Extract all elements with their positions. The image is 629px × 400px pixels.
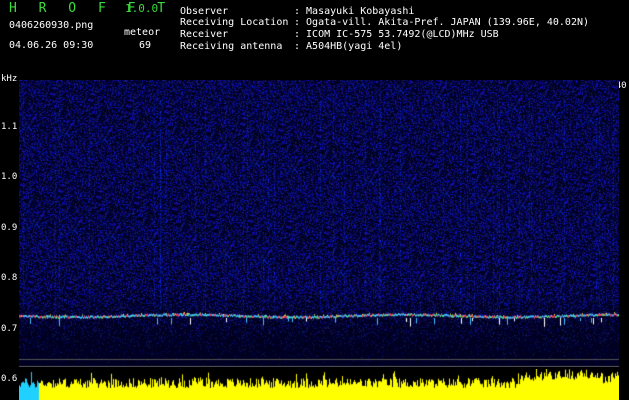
antenna-value: : A504HB(yagi 4el) [294,41,403,52]
freq-tick-label: 1.1 [1,122,18,132]
freq-tick-label: 0.7 [1,323,18,334]
freq-tick-label: 1.0 [1,172,18,183]
freq-unit-label: kHz [1,74,18,84]
location-key: Receiving Location [180,17,289,28]
meteor-count: 69 [139,40,152,51]
file-datetime: 04.06.26 09:30 [9,40,94,51]
receiver-key: Receiver [180,29,229,40]
location-value: : Ogata-vill. Akita-Pref. JAPAN (139.96E… [294,17,590,28]
freq-tick-label: 0.8 [1,273,18,284]
freq-tick-label: 0.9 [1,222,18,233]
receiver-value: : ICOM IC-575 53.7492(@LCD)MHz USB [294,29,499,40]
file-name: 0406260930.png [9,20,94,31]
signal-level-bars [19,369,619,400]
spectrogram [19,80,619,367]
app-version: 1.0.0 [125,2,159,15]
freq-tick-label: 0.6 [1,374,18,384]
antenna-key: Receiving antenna [180,41,283,52]
meteor-label: meteor [124,27,161,38]
